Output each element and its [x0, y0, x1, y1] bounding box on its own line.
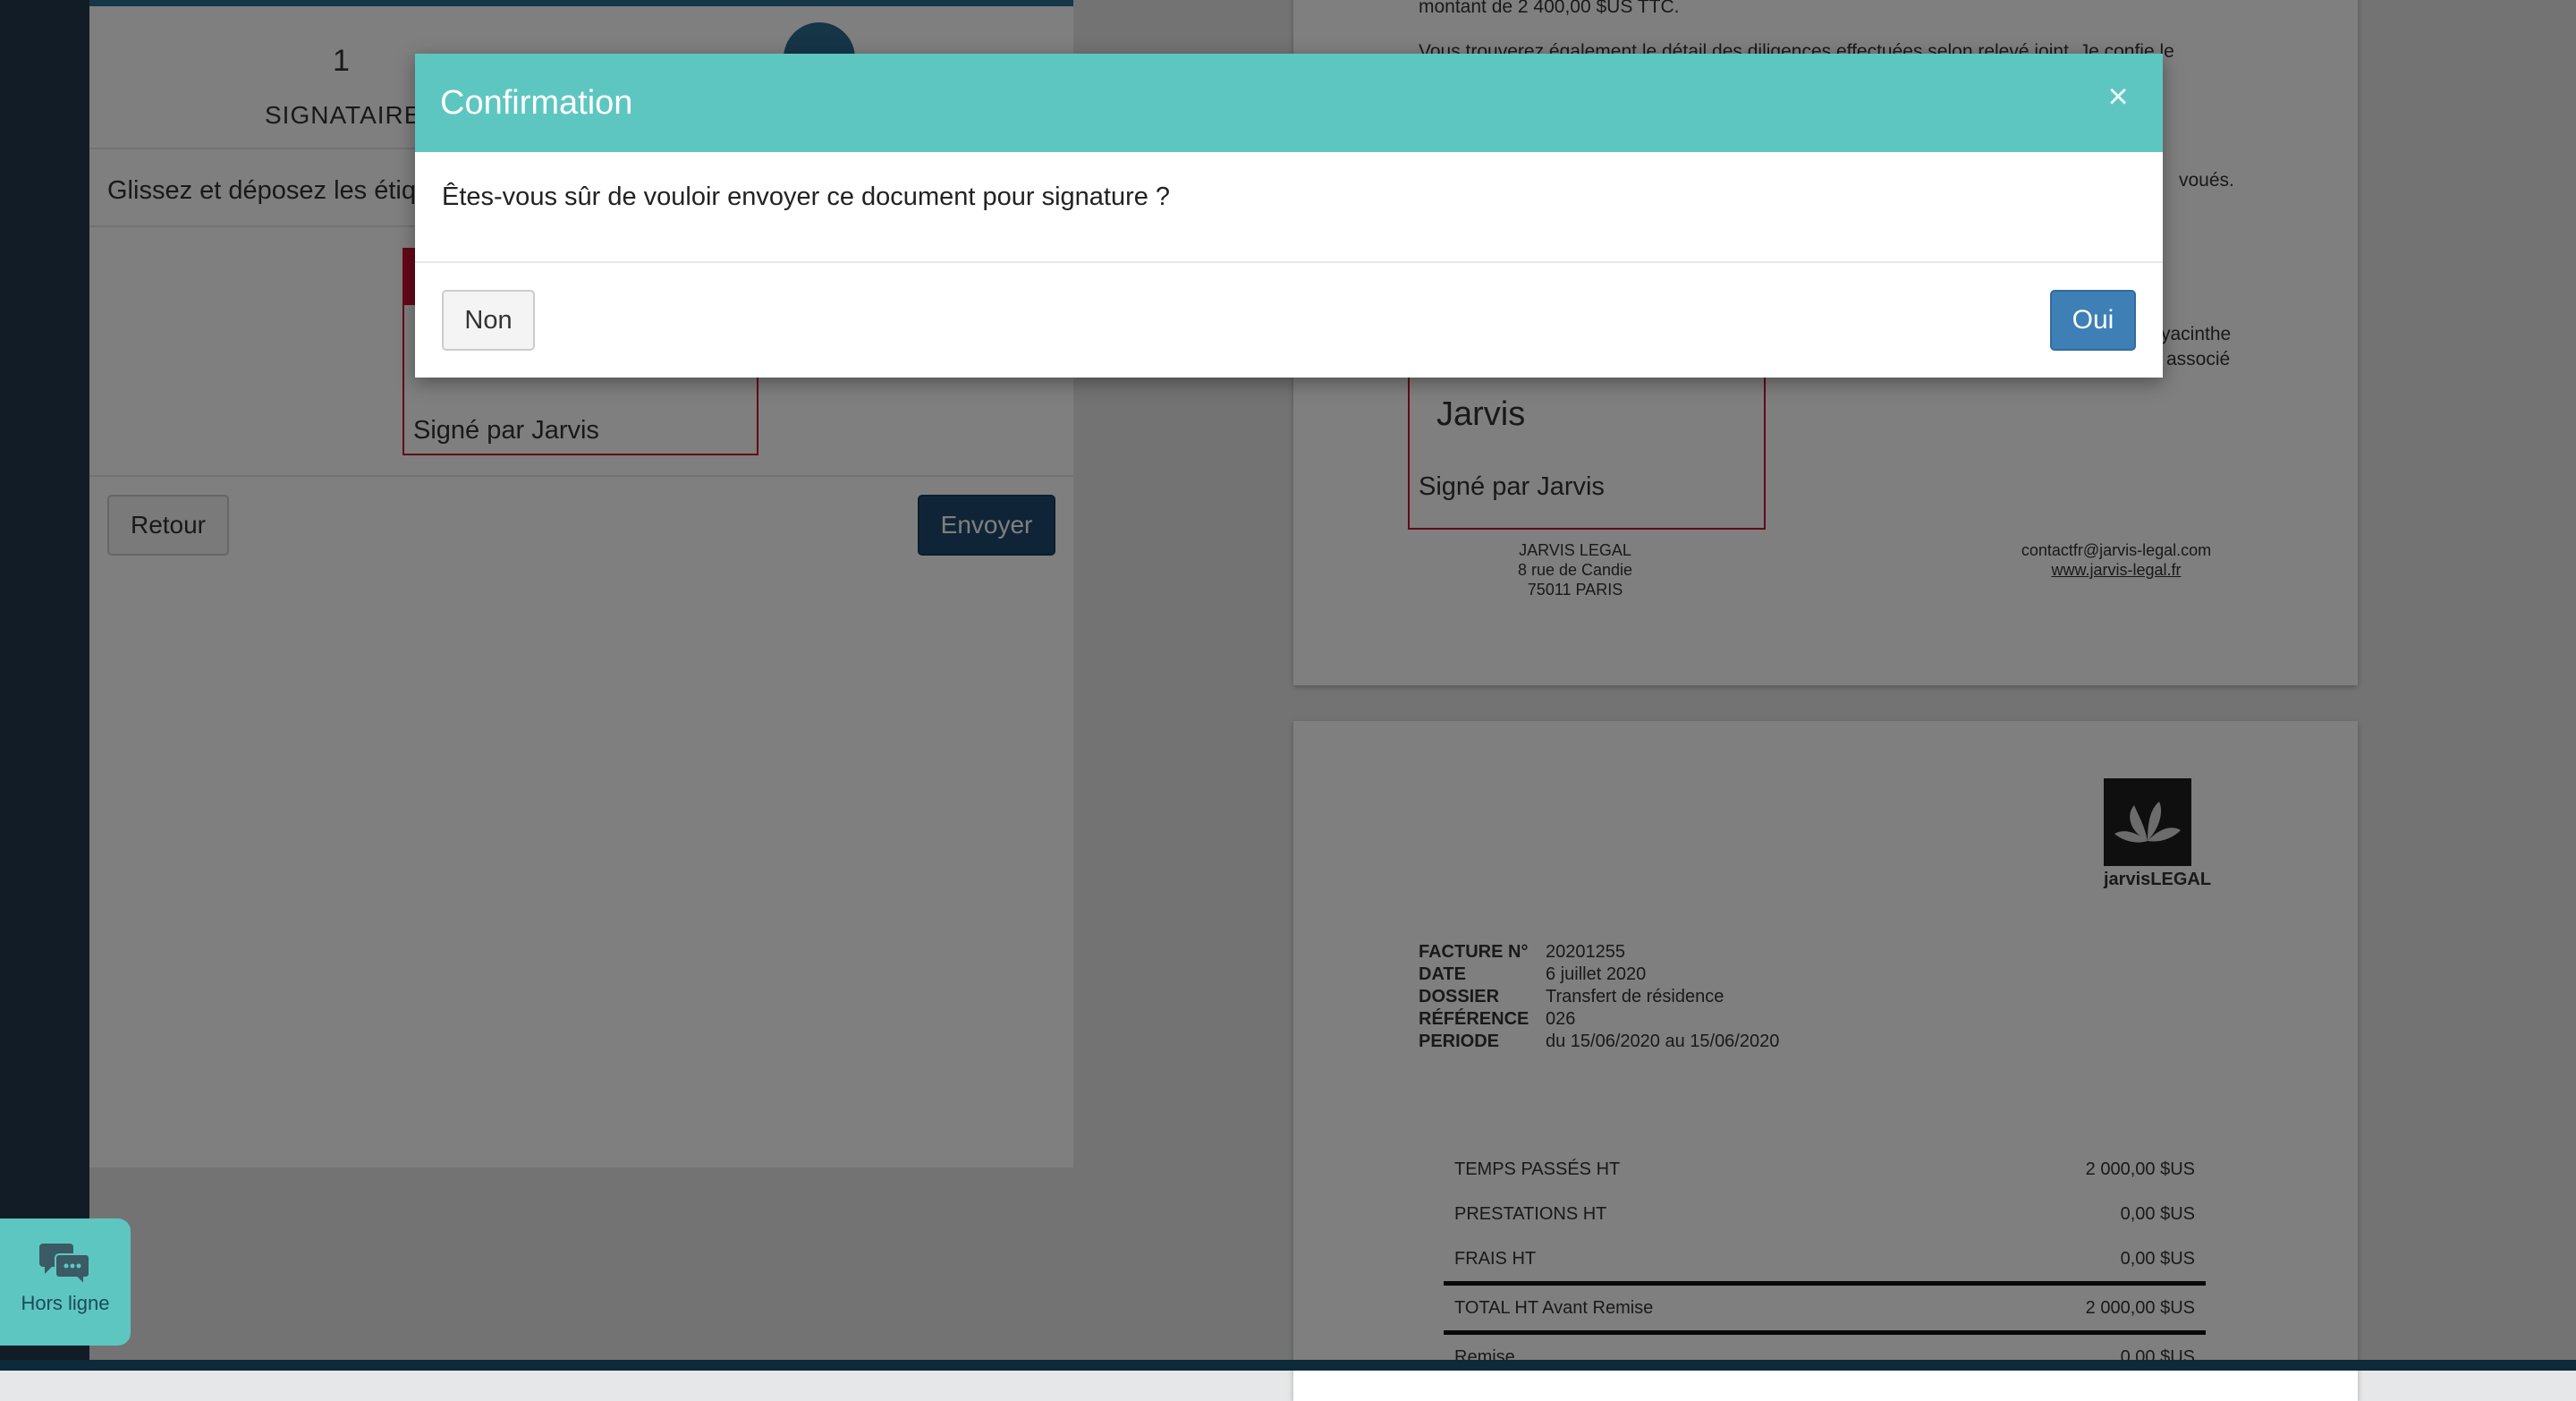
close-icon[interactable]: ×	[2100, 79, 2136, 115]
confirmation-modal: Confirmation × Êtes-vous sûr de vouloir …	[415, 54, 2163, 378]
modal-title: Confirmation	[440, 84, 633, 122]
divider	[415, 261, 2163, 263]
modal-header: Confirmation ×	[415, 54, 2163, 152]
no-button[interactable]: Non	[442, 290, 535, 351]
chat-bubbles-icon	[39, 1240, 91, 1289]
modal-message: Êtes-vous sûr de vouloir envoyer ce docu…	[442, 183, 1171, 211]
yes-button[interactable]: Oui	[2050, 290, 2136, 351]
chat-status-label: Hors ligne	[21, 1292, 110, 1314]
bottom-edge	[0, 1360, 2576, 1371]
chat-widget[interactable]: Hors ligne	[0, 1218, 131, 1346]
